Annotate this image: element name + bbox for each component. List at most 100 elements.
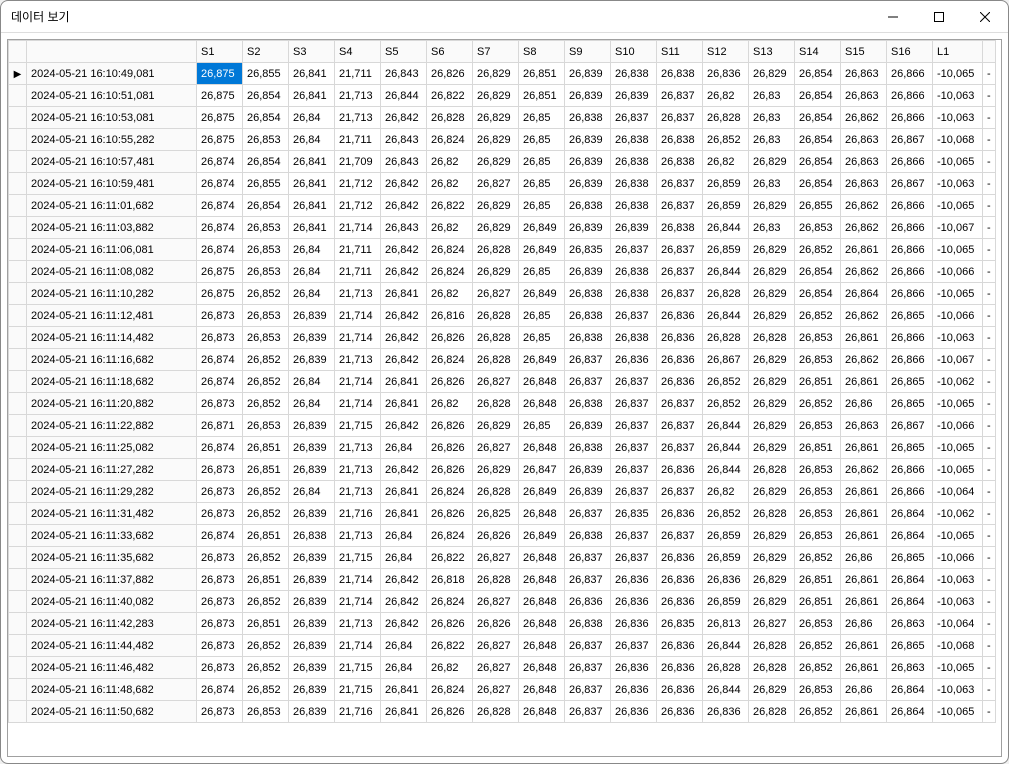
cell-s5[interactable]: 26,842 — [381, 591, 427, 613]
cell-s15[interactable]: 26,861 — [841, 437, 887, 459]
cell-s15[interactable]: 26,861 — [841, 239, 887, 261]
cell-s3[interactable]: 26,841 — [289, 151, 335, 173]
cell-s2[interactable]: 26,853 — [243, 327, 289, 349]
cell-s13[interactable]: 26,829 — [749, 569, 795, 591]
cell-s11[interactable]: 26,836 — [657, 349, 703, 371]
cell-s1[interactable]: 26,874 — [197, 173, 243, 195]
cell-s16[interactable]: 26,867 — [887, 173, 933, 195]
cell-s15[interactable]: 26,861 — [841, 591, 887, 613]
cell-s12[interactable]: 26,828 — [703, 327, 749, 349]
cell-s4[interactable]: 21,713 — [335, 283, 381, 305]
table-row[interactable]: 2024-05-21 16:11:01,68226,87426,85426,84… — [9, 195, 996, 217]
cell-s15[interactable]: 26,861 — [841, 525, 887, 547]
cell-s16[interactable]: 26,863 — [887, 657, 933, 679]
timestamp-cell[interactable]: 2024-05-21 16:11:50,682 — [27, 701, 197, 723]
cell-s14[interactable]: 26,852 — [795, 701, 841, 723]
timestamp-cell[interactable]: 2024-05-21 16:10:57,481 — [27, 151, 197, 173]
cell-s16[interactable]: 26,865 — [887, 635, 933, 657]
cell-s1[interactable]: 26,874 — [197, 679, 243, 701]
cell-s15[interactable]: 26,863 — [841, 151, 887, 173]
cell-l1[interactable]: -10,067 — [933, 217, 983, 239]
cell-s11[interactable]: 26,837 — [657, 437, 703, 459]
cell-s4[interactable]: 21,716 — [335, 701, 381, 723]
cell-s5[interactable]: 26,841 — [381, 283, 427, 305]
cell-s16[interactable]: 26,866 — [887, 217, 933, 239]
cell-s12[interactable]: 26,813 — [703, 613, 749, 635]
cell-s13[interactable]: 26,828 — [749, 503, 795, 525]
cell-s10[interactable]: 26,835 — [611, 503, 657, 525]
cell-s1[interactable]: 26,873 — [197, 569, 243, 591]
cell-s15[interactable]: 26,863 — [841, 173, 887, 195]
cell-s3[interactable]: 26,839 — [289, 437, 335, 459]
cell-s14[interactable]: 26,854 — [795, 63, 841, 85]
cell-s12[interactable]: 26,859 — [703, 547, 749, 569]
cell-s9[interactable]: 26,837 — [565, 371, 611, 393]
cell-s1[interactable]: 26,873 — [197, 393, 243, 415]
cell-s12[interactable]: 26,828 — [703, 107, 749, 129]
cell-s6[interactable]: 26,818 — [427, 569, 473, 591]
cell-s10[interactable]: 26,837 — [611, 239, 657, 261]
cell-s2[interactable]: 26,855 — [243, 173, 289, 195]
column-header-s8[interactable]: S8 — [519, 41, 565, 63]
cell-s16[interactable]: 26,866 — [887, 239, 933, 261]
cell-s6[interactable]: 26,816 — [427, 305, 473, 327]
cell-s3[interactable]: 26,839 — [289, 657, 335, 679]
cell-s13[interactable]: 26,829 — [749, 371, 795, 393]
cell-s15[interactable]: 26,862 — [841, 305, 887, 327]
cell-s6[interactable]: 26,826 — [427, 459, 473, 481]
cell-l1[interactable]: -10,065 — [933, 283, 983, 305]
cell-s7[interactable]: 26,828 — [473, 569, 519, 591]
cell-s11[interactable]: 26,837 — [657, 107, 703, 129]
timestamp-cell[interactable]: 2024-05-21 16:10:55,282 — [27, 129, 197, 151]
timestamp-cell[interactable]: 2024-05-21 16:11:46,482 — [27, 657, 197, 679]
cell-s9[interactable]: 26,837 — [565, 547, 611, 569]
cell-s5[interactable]: 26,842 — [381, 569, 427, 591]
cell-s7[interactable]: 26,829 — [473, 63, 519, 85]
cell-s7[interactable]: 26,828 — [473, 327, 519, 349]
timestamp-cell[interactable]: 2024-05-21 16:11:22,882 — [27, 415, 197, 437]
cell-l1[interactable]: -10,066 — [933, 305, 983, 327]
cell-s12[interactable]: 26,859 — [703, 173, 749, 195]
cell-s2[interactable]: 26,851 — [243, 525, 289, 547]
cell-s8[interactable]: 26,85 — [519, 415, 565, 437]
table-row[interactable]: 2024-05-21 16:11:27,28226,87326,85126,83… — [9, 459, 996, 481]
table-row[interactable]: 2024-05-21 16:11:08,08226,87526,85326,84… — [9, 261, 996, 283]
cell-s11[interactable]: 26,837 — [657, 481, 703, 503]
table-row[interactable]: 2024-05-21 16:11:44,48226,87326,85226,83… — [9, 635, 996, 657]
cell-s12[interactable]: 26,844 — [703, 635, 749, 657]
cell-s8[interactable]: 26,848 — [519, 437, 565, 459]
cell-s9[interactable]: 26,839 — [565, 63, 611, 85]
cell-s2[interactable]: 26,853 — [243, 305, 289, 327]
cell-s1[interactable]: 26,874 — [197, 371, 243, 393]
timestamp-cell[interactable]: 2024-05-21 16:11:06,081 — [27, 239, 197, 261]
cell-s7[interactable]: 26,829 — [473, 195, 519, 217]
cell-s10[interactable]: 26,837 — [611, 547, 657, 569]
cell-s7[interactable]: 26,827 — [473, 657, 519, 679]
table-row[interactable]: 2024-05-21 16:11:37,88226,87326,85126,83… — [9, 569, 996, 591]
cell-s4[interactable]: 21,711 — [335, 239, 381, 261]
cell-s16[interactable]: 26,864 — [887, 591, 933, 613]
cell-s2[interactable]: 26,852 — [243, 393, 289, 415]
cell-s8[interactable]: 26,85 — [519, 195, 565, 217]
cell-s9[interactable]: 26,838 — [565, 195, 611, 217]
cell-l1[interactable]: -10,065 — [933, 525, 983, 547]
cell-s8[interactable]: 26,85 — [519, 107, 565, 129]
cell-s8[interactable]: 26,85 — [519, 327, 565, 349]
cell-s2[interactable]: 26,854 — [243, 107, 289, 129]
cell-s5[interactable]: 26,842 — [381, 239, 427, 261]
cell-s7[interactable]: 26,829 — [473, 85, 519, 107]
cell-s5[interactable]: 26,843 — [381, 129, 427, 151]
cell-s1[interactable]: 26,874 — [197, 195, 243, 217]
cell-s11[interactable]: 26,838 — [657, 63, 703, 85]
cell-s8[interactable]: 26,849 — [519, 283, 565, 305]
cell-s14[interactable]: 26,852 — [795, 657, 841, 679]
cell-s8[interactable]: 26,848 — [519, 635, 565, 657]
cell-s3[interactable]: 26,84 — [289, 107, 335, 129]
cell-s14[interactable]: 26,854 — [795, 107, 841, 129]
cell-s1[interactable]: 26,874 — [197, 525, 243, 547]
cell-s13[interactable]: 26,829 — [749, 591, 795, 613]
cell-l1[interactable]: -10,063 — [933, 679, 983, 701]
cell-s4[interactable]: 21,713 — [335, 107, 381, 129]
cell-s11[interactable]: 26,836 — [657, 327, 703, 349]
cell-s4[interactable]: 21,711 — [335, 261, 381, 283]
